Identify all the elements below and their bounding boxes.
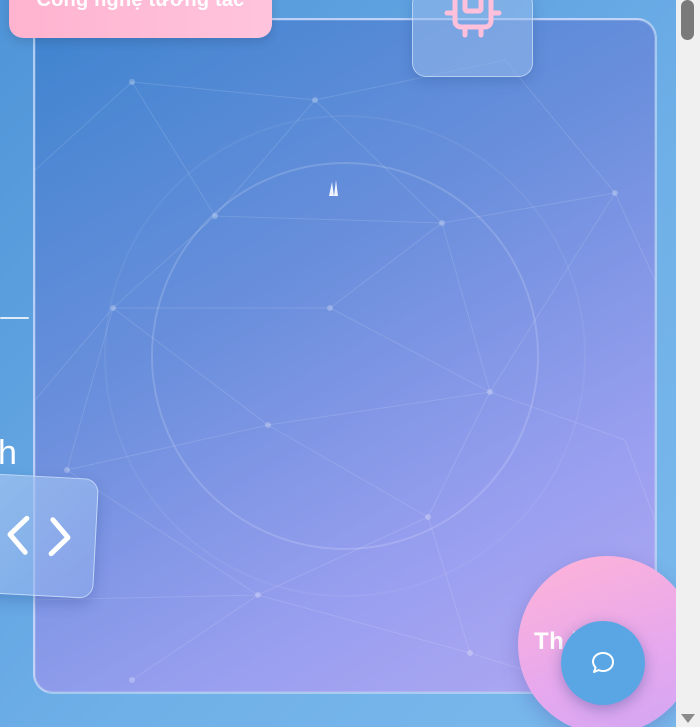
technology-badge-label: Công nghệ tương tác <box>36 0 245 11</box>
scrollbar-thumb[interactable] <box>681 0 694 40</box>
chip-icon <box>444 0 501 38</box>
page-background: Công nghệ tương tác h Th inh <box>0 0 676 727</box>
vertical-scrollbar[interactable] <box>676 0 700 727</box>
code-brackets-icon <box>7 515 71 557</box>
side-divider <box>0 317 29 319</box>
scroll-down-arrow-icon[interactable] <box>681 714 695 723</box>
side-heading-fragment: h <box>0 434 17 472</box>
chip-card <box>412 0 533 77</box>
chat-bubble-icon <box>592 652 614 673</box>
sparkle-icon <box>329 180 338 196</box>
technology-badge: Công nghệ tương tác <box>9 0 272 38</box>
code-card <box>0 473 100 599</box>
chat-button[interactable] <box>561 621 645 705</box>
